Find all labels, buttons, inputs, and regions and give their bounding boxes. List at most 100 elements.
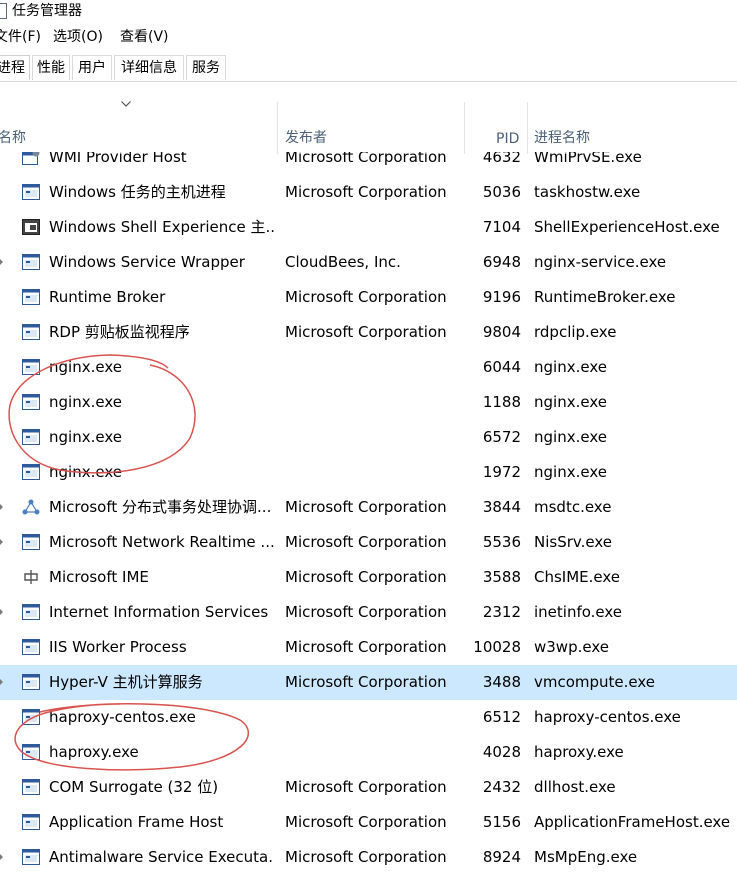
executable-cell: ApplicationFrameHost.exe [534, 813, 731, 831]
process-row[interactable]: nginx.exe 6572 nginx.exe [0, 420, 737, 455]
expand-arrow-icon[interactable] [0, 537, 3, 547]
executable-cell: rdpclip.exe [534, 323, 617, 341]
process-name-cell: Hyper-V 主机计算服务 [49, 673, 203, 691]
process-name-cell: Microsoft IME [49, 568, 149, 586]
process-window-icon [22, 464, 40, 480]
process-name-cell: IIS Worker Process [49, 638, 187, 656]
pid-cell: 9196 [482, 288, 521, 306]
column-header-row: 名称 发布者 PID 进程名称 [0, 82, 737, 154]
window-title: 任务管理器 [12, 3, 82, 19]
column-divider[interactable] [527, 102, 528, 154]
column-divider[interactable] [464, 102, 465, 154]
process-window-icon [22, 324, 40, 340]
process-row[interactable]: Runtime Broker Microsoft Corporation 9196 R… [0, 280, 737, 315]
executable-cell: RuntimeBroker.exe [534, 288, 676, 306]
process-row[interactable]: haproxy.exe 4028 haproxy.exe [0, 735, 737, 770]
tab-performance[interactable]: 性能 [32, 55, 70, 80]
process-gear-window-icon [22, 152, 40, 165]
menu-options[interactable]: 选项(O) [53, 26, 103, 48]
executable-cell: taskhostw.exe [534, 183, 641, 201]
pid-cell: 1188 [482, 393, 521, 411]
process-row[interactable]: Internet Information Services Microsoft C… [0, 595, 737, 630]
process-row[interactable]: nginx.exe 6044 nginx.exe [0, 350, 737, 385]
expand-arrow-icon[interactable] [0, 852, 3, 862]
menu-file[interactable]: 文件(F) [0, 26, 41, 48]
menu-view[interactable]: 查看(V) [120, 26, 169, 48]
publisher-cell: Microsoft Corporation [285, 778, 447, 796]
pid-cell: 6572 [482, 428, 521, 446]
expand-arrow-icon[interactable] [0, 607, 3, 617]
process-name-cell: COM Surrogate (32 位) [49, 778, 219, 796]
process-row[interactable]: RDP 剪贴板监视程序 Microsoft Corporation 9804 rdpc… [0, 315, 737, 350]
pid-cell: 5036 [482, 183, 521, 201]
process-row[interactable]: Windows Shell Experience 主... 7104 ShellEx… [0, 210, 737, 245]
task-manager-icon [0, 3, 7, 19]
process-row[interactable]: Windows 任务的主机进程 Microsoft Corporation 5036… [0, 175, 737, 210]
process-row[interactable]: Antimalware Service Executa... Microsoft … [0, 840, 737, 875]
process-row[interactable]: COM Surrogate (32 位) Microsoft Corporatio… [0, 770, 737, 805]
executable-cell: ShellExperienceHost.exe [534, 218, 720, 236]
tab-services[interactable]: 服务 [186, 55, 226, 80]
process-window-icon [22, 289, 40, 305]
process-network-icon [22, 499, 40, 515]
process-row[interactable]: Windows Service Wrapper CloudBees, Inc. 69… [0, 245, 737, 280]
executable-cell: vmcompute.exe [534, 673, 656, 691]
process-window-icon [22, 359, 40, 375]
pid-cell: 8924 [482, 848, 521, 866]
process-window-icon [22, 604, 40, 620]
process-name-cell: haproxy-centos.exe [49, 708, 196, 726]
process-row[interactable]: Application Frame Host Microsoft Corporat… [0, 805, 737, 840]
process-row[interactable]: Microsoft IME Microsoft Corporation 3588 Ch… [0, 560, 737, 595]
process-row[interactable]: nginx.exe 1188 nginx.exe [0, 385, 737, 420]
publisher-cell: Microsoft Corporation [285, 152, 447, 166]
publisher-cell: Microsoft Corporation [285, 568, 447, 586]
column-header-publisher[interactable]: 发布者 [285, 127, 327, 147]
executable-cell: nginx.exe [534, 463, 607, 481]
process-row[interactable]: Microsoft 分布式事务处理协调... Microsoft Corporat… [0, 490, 737, 525]
pid-cell: 5536 [482, 533, 521, 551]
pid-cell: 4028 [482, 743, 521, 761]
publisher-cell: Microsoft Corporation [285, 323, 447, 341]
tab-processes[interactable]: 进程 [0, 55, 30, 80]
process-row[interactable]: nginx.exe 1972 nginx.exe [0, 455, 737, 490]
pid-cell: 3488 [482, 673, 521, 691]
process-window-icon [22, 674, 40, 690]
process-row[interactable]: IIS Worker Process Microsoft Corporation 1… [0, 630, 737, 665]
publisher-cell: Microsoft Corporation [285, 638, 447, 656]
publisher-cell: Microsoft Corporation [285, 288, 447, 306]
process-row[interactable]: Hyper-V 主机计算服务 Microsoft Corporation 3488 v… [0, 665, 737, 700]
expand-arrow-icon[interactable] [0, 677, 3, 687]
process-row[interactable]: Microsoft Network Realtime ... Microsoft … [0, 525, 737, 560]
pid-cell: 3588 [482, 568, 521, 586]
process-window-icon [22, 849, 40, 865]
tab-users[interactable]: 用户 [72, 55, 112, 80]
process-window-icon [22, 709, 40, 725]
process-window-icon [22, 639, 40, 655]
executable-cell: haproxy.exe [534, 743, 624, 761]
column-header-pid[interactable]: PID [496, 131, 519, 147]
executable-cell: nginx-service.exe [534, 253, 667, 271]
executable-cell: NisSrv.exe [534, 533, 612, 551]
publisher-cell: Microsoft Corporation [285, 673, 447, 691]
pid-cell: 2312 [482, 603, 521, 621]
column-divider[interactable] [277, 102, 278, 154]
process-name-cell: nginx.exe [49, 358, 122, 376]
process-window-icon [22, 254, 40, 270]
process-row[interactable]: haproxy-centos.exe 6512 haproxy-centos.exe [0, 700, 737, 735]
column-header-name[interactable]: 名称 [0, 127, 26, 147]
tab-details[interactable]: 详细信息 [114, 55, 184, 80]
pid-cell: 4632 [482, 152, 521, 166]
column-header-process-name[interactable]: 进程名称 [534, 127, 590, 147]
executable-cell: ChsIME.exe [534, 568, 621, 586]
process-name-cell: Windows Shell Experience 主... [49, 218, 274, 236]
executable-cell: msdtc.exe [534, 498, 612, 516]
process-name-cell: nginx.exe [49, 428, 122, 446]
process-name-cell: Runtime Broker [49, 288, 166, 306]
tab-bar: 进程 性能 用户 详细信息 服务 [0, 55, 737, 82]
process-shell-window-icon [22, 219, 40, 235]
process-row[interactable]: WMI Provider Host Microsoft Corporation 46… [0, 152, 737, 175]
executable-cell: MsMpEng.exe [534, 848, 638, 866]
pid-cell: 6512 [482, 708, 521, 726]
expand-arrow-icon[interactable] [0, 257, 3, 267]
expand-arrow-icon[interactable] [0, 502, 3, 512]
